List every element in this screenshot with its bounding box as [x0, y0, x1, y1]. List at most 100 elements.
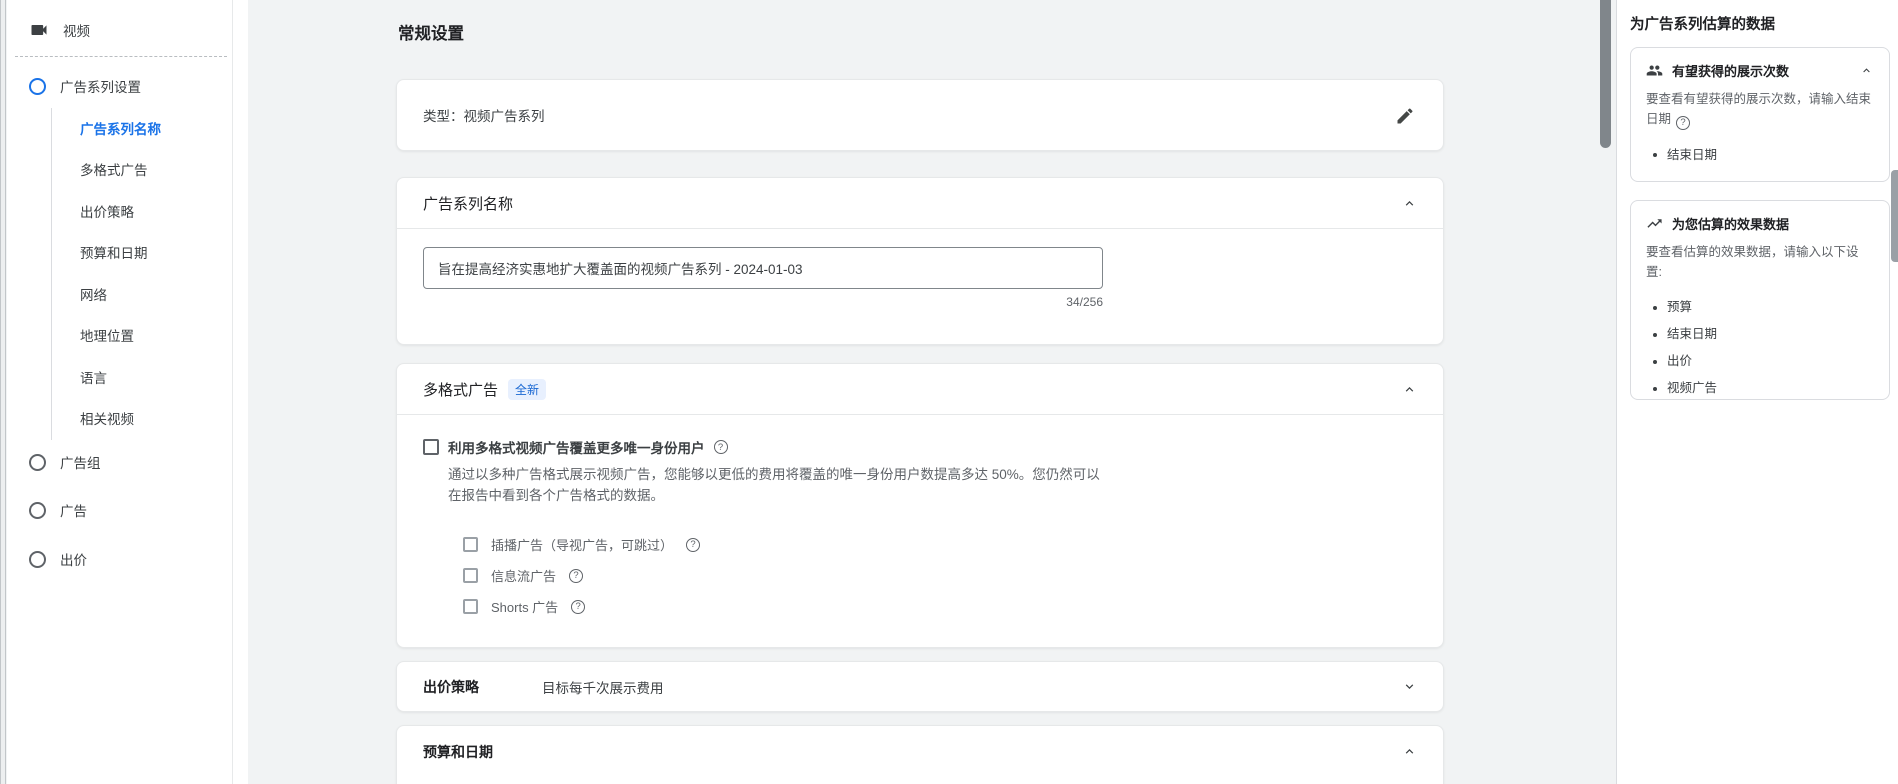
- shorts-ads-checkbox[interactable]: [463, 599, 478, 615]
- campaign-type-label: 类型：视频广告系列: [423, 109, 545, 124]
- step-radio-icon: [29, 77, 46, 95]
- step-sidebar: 视频 广告系列设置 广告系列名称 多格式广告 出价策略 预算和日期 网络 地理位…: [7, 0, 248, 784]
- option-in-stream-ads: 插播广告（导视广告，可跳过） ?: [463, 533, 1417, 557]
- multiformat-card-header[interactable]: 多格式广告 全新: [397, 364, 1443, 415]
- budget-dates-card: 预算和日期: [396, 725, 1444, 784]
- required-setting-end-date: 结束日期: [1653, 142, 1874, 169]
- sidebar-item-bidding-strategy[interactable]: 出价策略: [80, 190, 161, 232]
- campaign-name-card-header[interactable]: 广告系列名称: [397, 178, 1443, 229]
- required-setting-end-date: 结束日期: [1653, 321, 1874, 348]
- edit-campaign-type-button[interactable]: [1393, 104, 1417, 128]
- help-icon[interactable]: ?: [571, 599, 586, 614]
- char-counter: 34/256: [1066, 295, 1103, 309]
- chevron-up-icon: [1405, 749, 1413, 754]
- sidebar-item-related-videos[interactable]: 相关视频: [80, 398, 161, 440]
- sidebar-video-label: 视频: [63, 24, 90, 39]
- page-title: 常规设置: [398, 25, 464, 43]
- required-settings-list: 预算 结束日期 出价 视频广告: [1653, 294, 1874, 402]
- projected-impressions-card: 有望获得的展示次数 要查看有望获得的展示次数，请输入结束日期? 结束日期: [1630, 47, 1890, 182]
- sidebar-item-languages[interactable]: 语言: [80, 356, 161, 398]
- new-badge: 全新: [508, 378, 547, 400]
- bidding-strategy-value: 目标每千次展示费用: [542, 680, 664, 696]
- campaign-settings-subnav: 广告系列名称 多格式广告 出价策略 预算和日期 网络 地理位置 语言 相关视频: [80, 107, 161, 439]
- multiformat-enable-checkbox[interactable]: [423, 439, 439, 455]
- help-icon[interactable]: ?: [569, 568, 584, 583]
- help-icon[interactable]: ?: [686, 537, 701, 552]
- campaign-name-card-title: 广告系列名称: [423, 195, 514, 213]
- estimates-panel: 为广告系列估算的数据 有望获得的展示次数 要查看有望获得的展示次数，请输入结束日…: [1616, 0, 1898, 784]
- sidebar-step-campaign-settings[interactable]: 广告系列设置: [29, 76, 141, 96]
- collapse-section-button[interactable]: [1397, 377, 1421, 401]
- in-feed-ads-checkbox[interactable]: [463, 568, 478, 584]
- chevron-down-icon: [1405, 684, 1413, 689]
- chevron-up-icon: [1405, 200, 1413, 206]
- budget-dates-title: 预算和日期: [423, 743, 493, 760]
- step-ad-label: 广告: [60, 504, 87, 519]
- multiformat-description: 通过以多种广告格式展示视频广告，您能够以更低的费用将覆盖的唯一身份用户数提高多达…: [448, 467, 1100, 503]
- ad-format-options: 插播广告（导视广告，可跳过） ? 信息流广告 ? Shorts 广告 ?: [463, 533, 1417, 619]
- campaign-name-input[interactable]: [423, 247, 1103, 289]
- trending-up-icon: [1647, 219, 1662, 228]
- collapse-section-button[interactable]: [1397, 740, 1421, 764]
- sidebar-item-video[interactable]: 视频: [29, 20, 90, 40]
- step-ad-group-label: 广告组: [60, 456, 101, 471]
- in-feed-ads-label: 信息流广告: [491, 569, 557, 585]
- panel-scrollbar-thumb[interactable]: [1891, 170, 1898, 262]
- campaign-type-card: 类型：视频广告系列: [396, 79, 1444, 151]
- collapsed-panel-strip: [0, 0, 6, 784]
- campaign-settings-content: 常规设置 类型：视频广告系列 广告系列名称 34/256 多格式广告 全新: [396, 0, 1444, 784]
- projected-impressions-header[interactable]: 有望获得的展示次数: [1646, 61, 1874, 80]
- step-radio-icon: [29, 550, 46, 568]
- step-campaign-settings-label: 广告系列设置: [60, 80, 141, 95]
- sidebar-step-ad-group[interactable]: 广告组: [29, 452, 101, 472]
- sidebar-step-bidding[interactable]: 出价: [29, 549, 87, 569]
- step-radio-icon: [29, 453, 46, 471]
- chevron-up-icon: [1405, 386, 1413, 392]
- collapse-card-button[interactable]: [1854, 59, 1878, 83]
- step-connector-line: [51, 108, 52, 440]
- required-setting-video-ad: 视频广告: [1653, 375, 1874, 402]
- in-stream-ads-checkbox[interactable]: [463, 537, 478, 553]
- in-stream-ads-label: 插播广告（导视广告，可跳过）: [491, 538, 674, 554]
- option-shorts-ads: Shorts 广告 ?: [463, 595, 1417, 619]
- bidding-strategy-card[interactable]: 出价策略 目标每千次展示费用: [396, 661, 1444, 712]
- main-scrollbar-thumb[interactable]: [1600, 0, 1611, 148]
- required-settings-list: 结束日期: [1653, 142, 1874, 169]
- sidebar-item-multiformat-ads[interactable]: 多格式广告: [80, 149, 161, 191]
- estimates-panel-title: 为广告系列估算的数据: [1630, 17, 1775, 33]
- option-in-feed-ads: 信息流广告 ?: [463, 564, 1417, 588]
- sidebar-item-locations[interactable]: 地理位置: [80, 315, 161, 357]
- help-icon[interactable]: ?: [1676, 115, 1691, 130]
- sidebar-step-ad[interactable]: 广告: [29, 500, 87, 520]
- estimated-performance-description: 要查看估算的效果数据，请输入以下设置:: [1646, 245, 1859, 279]
- multiformat-enable-label: 利用多格式视频广告覆盖更多唯一身份用户: [448, 441, 705, 456]
- sidebar-edge-line: [232, 0, 233, 784]
- sidebar-item-budget-dates[interactable]: 预算和日期: [80, 232, 161, 274]
- projected-impressions-title: 有望获得的展示次数: [1672, 64, 1790, 79]
- pencil-icon: [1397, 108, 1413, 124]
- budget-dates-card-header[interactable]: 预算和日期: [397, 726, 1443, 777]
- chevron-up-icon: [1862, 68, 1870, 73]
- sidebar-divider: [15, 56, 227, 57]
- step-radio-icon: [29, 501, 46, 519]
- shorts-ads-label: Shorts 广告: [491, 600, 559, 616]
- multiformat-card-title: 多格式广告: [423, 381, 499, 399]
- campaign-name-card: 广告系列名称 34/256: [396, 177, 1444, 345]
- required-setting-bid: 出价: [1653, 348, 1874, 375]
- required-setting-budget: 预算: [1653, 294, 1874, 321]
- multiformat-enable-row: 利用多格式视频广告覆盖更多唯一身份用户 ?: [423, 437, 1417, 457]
- estimated-performance-title: 为您估算的效果数据: [1672, 217, 1790, 232]
- multiformat-ads-card: 多格式广告 全新 利用多格式视频广告覆盖更多唯一身份用户 ? 通过以多种广告格式…: [396, 363, 1444, 648]
- sidebar-item-networks[interactable]: 网络: [80, 273, 161, 315]
- help-icon[interactable]: ?: [713, 440, 728, 454]
- bidding-strategy-title: 出价策略: [423, 678, 479, 695]
- projected-impressions-description: 要查看有望获得的展示次数，请输入结束日期?: [1646, 89, 1874, 130]
- audience-icon: [1646, 65, 1663, 76]
- collapse-section-button[interactable]: [1397, 191, 1421, 215]
- estimated-performance-card: 为您估算的效果数据 要查看估算的效果数据，请输入以下设置: 预算 结束日期 出价…: [1630, 200, 1890, 400]
- step-bidding-label: 出价: [60, 553, 87, 568]
- estimated-performance-header[interactable]: 为您估算的效果数据: [1646, 214, 1874, 233]
- sidebar-item-campaign-name[interactable]: 广告系列名称: [80, 107, 161, 149]
- expand-section-button[interactable]: [1397, 675, 1421, 699]
- videocam-icon: [29, 20, 49, 40]
